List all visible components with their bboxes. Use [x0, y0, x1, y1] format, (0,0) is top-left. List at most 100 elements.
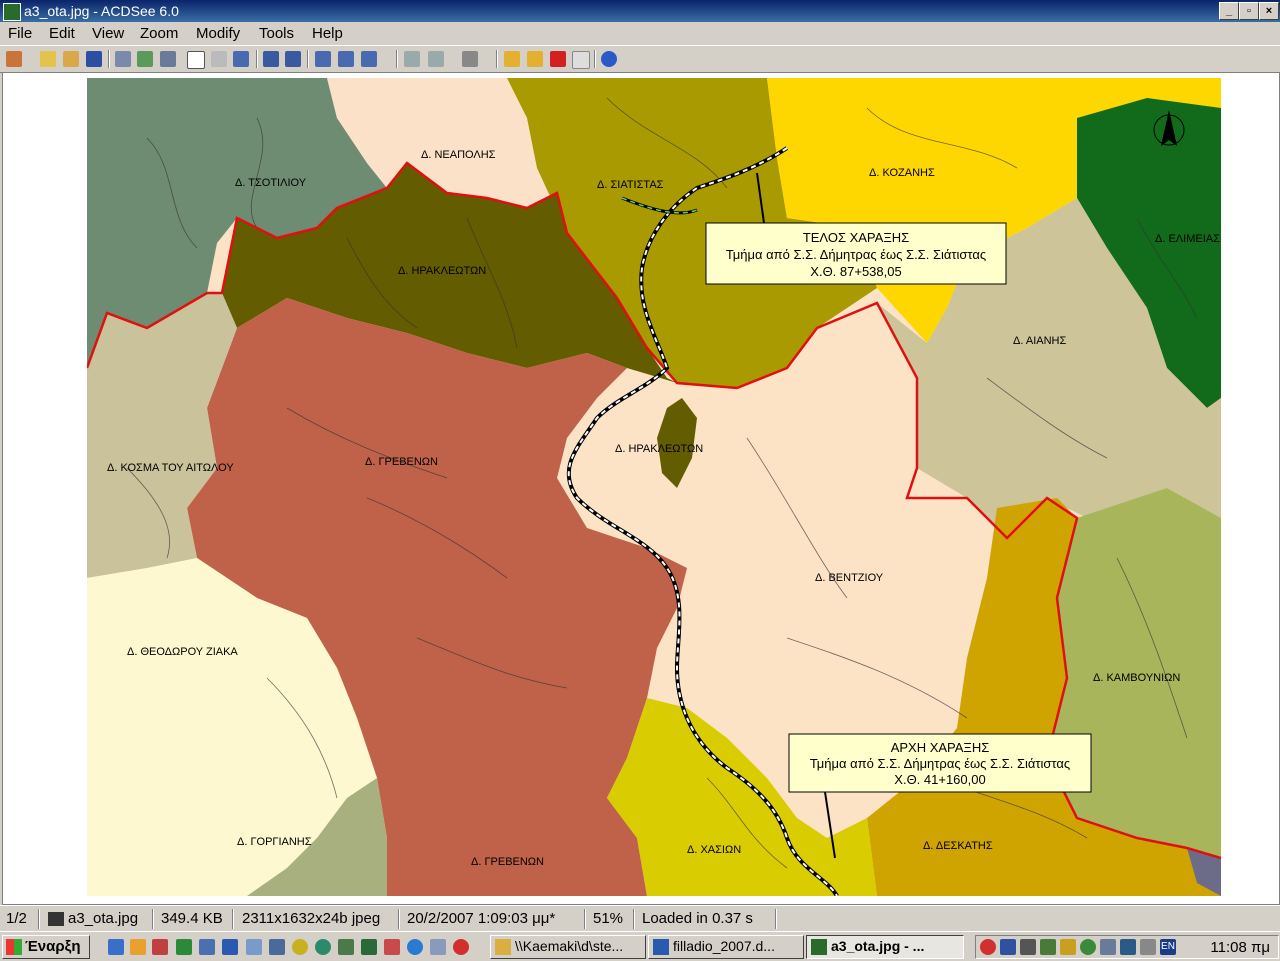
internet-explorer-icon[interactable] — [407, 939, 423, 955]
delete-icon[interactable] — [550, 51, 566, 67]
language-indicator[interactable]: EN — [1160, 939, 1176, 955]
menu-tools[interactable]: Tools — [259, 25, 294, 42]
label-irakleoton-enclave: Δ. ΗΡΑΚΛΕΩΤΩΝ — [615, 443, 703, 455]
copy-icon[interactable] — [115, 51, 131, 67]
label-irakleoton-north: Δ. ΗΡΑΚΛΕΩΤΩΝ — [398, 265, 486, 277]
properties-icon[interactable] — [572, 51, 590, 69]
folder-icon — [495, 939, 511, 955]
callout-end-chainage: Χ.Θ. 87+538,05 — [810, 264, 901, 279]
status-zoom: 51% — [593, 910, 624, 927]
menu-zoom[interactable]: Zoom — [140, 25, 178, 42]
label-grevena-south: Δ. ΓΡΕΒΕΝΩΝ — [471, 856, 544, 868]
volume-icon[interactable] — [1140, 939, 1156, 955]
fit-image-icon[interactable] — [263, 51, 279, 67]
task-word-document[interactable]: filladio_2007.d... — [648, 935, 804, 959]
label-grevena-north: Δ. ΓΡΕΒΕΝΩΝ — [365, 456, 438, 468]
browser-b-icon[interactable] — [292, 939, 308, 955]
print-menu-icon[interactable] — [428, 51, 444, 67]
save-icon[interactable] — [86, 51, 102, 67]
effects-icon[interactable] — [462, 51, 478, 67]
maximize-button[interactable]: ▫ — [1239, 2, 1259, 20]
label-elimeias: Δ. ΕΛΙΜΕΙΑΣ — [1155, 233, 1220, 245]
hand-tool-icon[interactable] — [187, 51, 205, 69]
edit-icon[interactable] — [527, 51, 543, 67]
menu-bar: File Edit View Zoom Modify Tools Help — [0, 22, 1280, 44]
label-kozanis: Δ. ΚΟΖΑΝΗΣ — [869, 167, 935, 179]
word-doc-icon — [653, 939, 669, 955]
select-tool-icon[interactable] — [211, 51, 227, 67]
callout-start-title: ΑΡΧΗ ΧΑΡΑΞΗΣ — [891, 740, 990, 755]
help-icon[interactable] — [601, 51, 617, 67]
antivirus-icon[interactable] — [980, 939, 996, 955]
acquire-icon[interactable] — [6, 51, 22, 67]
clock[interactable]: 11:08 πμ — [1210, 939, 1270, 956]
label-deskatis: Δ. ΔΕΣΚΑΤΗΣ — [923, 840, 993, 852]
actual-size-icon[interactable] — [285, 51, 301, 67]
network-icon[interactable] — [430, 939, 446, 955]
label-theodorou-ziaka: Δ. ΘΕΟΔΩΡΟΥ ΖΙΑΚΑ — [127, 646, 238, 658]
calculator-icon[interactable] — [199, 939, 215, 955]
label-siatistas: Δ. ΣΙΑΤΙΣΤΑΣ — [597, 179, 664, 191]
status-filename: a3_ota.jpg — [68, 910, 139, 927]
network-tray-icon[interactable] — [1020, 939, 1036, 955]
zoom-tool-icon[interactable] — [233, 51, 249, 67]
menu-help[interactable]: Help — [312, 25, 343, 42]
callout-end-subtitle: Τμήμα από Σ.Σ. Δήμητρας έως Σ.Σ. Σιάτιστ… — [726, 247, 986, 262]
desktop-icon[interactable] — [108, 939, 124, 955]
globe-tray-icon[interactable] — [1080, 939, 1096, 955]
label-hasion: Δ. ΧΑΣΙΩΝ — [687, 844, 741, 856]
messenger-icon[interactable] — [384, 939, 400, 955]
map-image: Δ. ΤΣΟΤΙΛΙΟΥ Δ. ΝΕΑΠΟΛΗΣ Δ. ΣΙΑΤΙΣΤΑΣ Δ.… — [87, 78, 1221, 896]
menu-edit[interactable]: Edit — [49, 25, 75, 42]
acdsee-quick-icon[interactable] — [361, 939, 377, 955]
window-title: a3_ota.jpg - ACDSee 6.0 — [24, 3, 179, 19]
close-button[interactable]: × — [1259, 2, 1279, 20]
books-icon[interactable] — [338, 939, 354, 955]
callout-end-title: ΤΕΛΟΣ ΧΑΡΑΞΗΣ — [803, 230, 909, 245]
print-icon[interactable] — [404, 51, 420, 67]
excel-icon[interactable] — [176, 939, 192, 955]
label-neapolis: Δ. ΝΕΑΠΟΛΗΣ — [421, 149, 496, 161]
zoom-out-icon[interactable] — [338, 51, 354, 67]
globe-icon[interactable] — [315, 939, 331, 955]
explorer-icon[interactable] — [246, 939, 262, 955]
search-icon[interactable] — [269, 939, 285, 955]
minimize-button[interactable]: _ — [1219, 2, 1239, 20]
full-screen-icon[interactable] — [160, 51, 176, 67]
acdsee-task-icon — [811, 939, 827, 955]
task-word-label: filladio_2007.d... — [673, 938, 775, 954]
taskbar: Έναρξη \\Kaemaki\d\ste... filladio_2007.… — [0, 931, 1280, 961]
device-tray-icon[interactable] — [1100, 939, 1116, 955]
menu-view[interactable]: View — [92, 25, 124, 42]
acdsee-app-icon[interactable] — [3, 3, 21, 21]
media-icon[interactable] — [453, 939, 469, 955]
display-icon[interactable] — [1000, 939, 1016, 955]
sync-tray-icon[interactable] — [1120, 939, 1136, 955]
word-icon[interactable] — [222, 939, 238, 955]
task-acdsee-label: a3_ota.jpg - ... — [831, 938, 925, 954]
powerpoint-icon[interactable] — [152, 939, 168, 955]
outlook-icon[interactable] — [130, 939, 146, 955]
zoom-menu-icon[interactable] — [361, 51, 377, 67]
task-acdsee[interactable]: a3_ota.jpg - ... — [806, 935, 964, 959]
open-icon[interactable] — [40, 51, 56, 67]
menu-modify[interactable]: Modify — [196, 25, 240, 42]
callout-start: ΑΡΧΗ ΧΑΡΑΞΗΣ Τμήμα από Σ.Σ. Δήμητρας έως… — [788, 733, 1092, 793]
menu-file[interactable]: File — [8, 25, 32, 42]
task-explorer-label: \\Kaemaki\d\ste... — [515, 938, 624, 954]
windows-logo-icon — [6, 939, 22, 955]
move-icon[interactable] — [137, 51, 153, 67]
label-ventziou: Δ. ΒΕΝΤΖΙΟΥ — [815, 572, 884, 584]
jpeg-file-icon — [48, 912, 64, 926]
start-button[interactable]: Έναρξη — [2, 935, 90, 959]
start-label: Έναρξη — [25, 938, 81, 955]
browse-icon[interactable] — [63, 51, 79, 67]
folder-tray-icon[interactable] — [1060, 939, 1076, 955]
task-explorer[interactable]: \\Kaemaki\d\ste... — [490, 935, 646, 959]
status-date: 20/2/2007 1:09:03 μμ* — [407, 910, 556, 927]
image-viewer[interactable]: Δ. ΤΣΟΤΙΛΙΟΥ Δ. ΝΕΑΠΟΛΗΣ Δ. ΣΙΑΤΙΣΤΑΣ Δ.… — [2, 72, 1280, 905]
zoom-in-icon[interactable] — [315, 51, 331, 67]
open-folder-icon[interactable] — [504, 51, 520, 67]
callout-start-subtitle: Τμήμα από Σ.Σ. Δήμητρας έως Σ.Σ. Σιάτιστ… — [810, 756, 1070, 771]
printer-tray-icon[interactable] — [1040, 939, 1056, 955]
